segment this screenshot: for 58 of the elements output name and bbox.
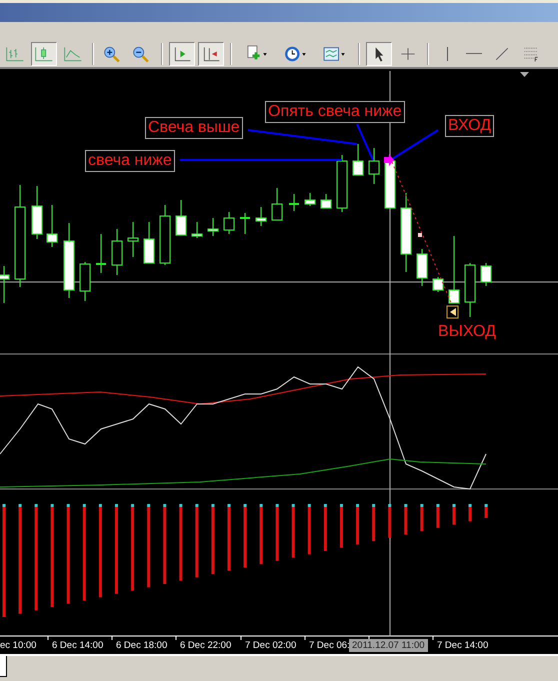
time-label: 7 Dec 06:	[309, 640, 350, 651]
time-label: 7 Dec 14:00	[437, 640, 488, 651]
candlestick	[160, 204, 170, 266]
candlestick	[96, 233, 106, 274]
candlestick	[0, 265, 10, 304]
candlestick-icon	[34, 44, 54, 63]
candlestick	[432, 276, 444, 292]
chart-tab[interactable]	[0, 656, 7, 677]
chart-label: Свеча выше	[145, 116, 243, 139]
candlestick	[336, 154, 348, 212]
time-label: 6 Dec 18:00	[116, 640, 168, 651]
time-label: 7 Dec 02:00	[245, 640, 296, 651]
candlestick-button[interactable]	[31, 42, 57, 66]
time-label: ec 10:00	[0, 640, 36, 651]
time-label: 6 Dec 14:00	[52, 640, 104, 651]
candlestick	[352, 143, 364, 176]
candlestick	[256, 206, 266, 226]
candlestick	[416, 248, 428, 286]
candlestick	[46, 204, 58, 248]
candlestick	[128, 221, 138, 258]
candlestick	[240, 212, 250, 234]
candlestick	[448, 235, 460, 304]
leader-line	[391, 128, 439, 160]
exit-marker-icon	[446, 305, 458, 318]
candlestick	[32, 185, 42, 240]
vertical-line-icon	[446, 46, 448, 61]
time-label: 6 Dec 22:00	[180, 640, 232, 651]
candlestick	[224, 211, 234, 234]
chart-label: свеча ниже	[85, 150, 175, 172]
candlestick	[272, 187, 282, 220]
trade-point-icon	[418, 232, 422, 237]
candlestick	[289, 193, 299, 212]
candlestick	[304, 192, 316, 206]
crosshair-time-label: 2011.12.07 11:00	[349, 638, 428, 652]
auto-scroll-button[interactable]	[198, 42, 224, 66]
candlestick	[464, 262, 476, 318]
chart-shift-icon	[172, 44, 192, 63]
candlestick	[480, 262, 492, 286]
line-chart-icon	[63, 44, 83, 63]
candlestick	[192, 221, 202, 238]
bar-chart-icon	[5, 44, 25, 63]
candlestick	[320, 193, 332, 208]
horizontal-line-icon	[466, 52, 482, 56]
candlestick	[80, 261, 90, 302]
chart-shift-button[interactable]	[169, 42, 195, 66]
cursor-button[interactable]	[366, 42, 392, 66]
entry-arrow-icon	[384, 154, 394, 166]
chart-label: ВЫХОД	[437, 322, 497, 342]
candlestick	[112, 228, 122, 276]
candlestick	[368, 147, 380, 184]
candlestick	[176, 199, 186, 236]
candlestick	[144, 221, 154, 264]
chart-label: ВХОД	[445, 114, 494, 137]
candlestick	[384, 158, 396, 208]
shift-marker-icon	[520, 72, 529, 77]
candlestick	[208, 217, 218, 236]
chart-label: Опять свеча ниже	[265, 100, 405, 123]
auto-scroll-icon	[201, 44, 221, 63]
